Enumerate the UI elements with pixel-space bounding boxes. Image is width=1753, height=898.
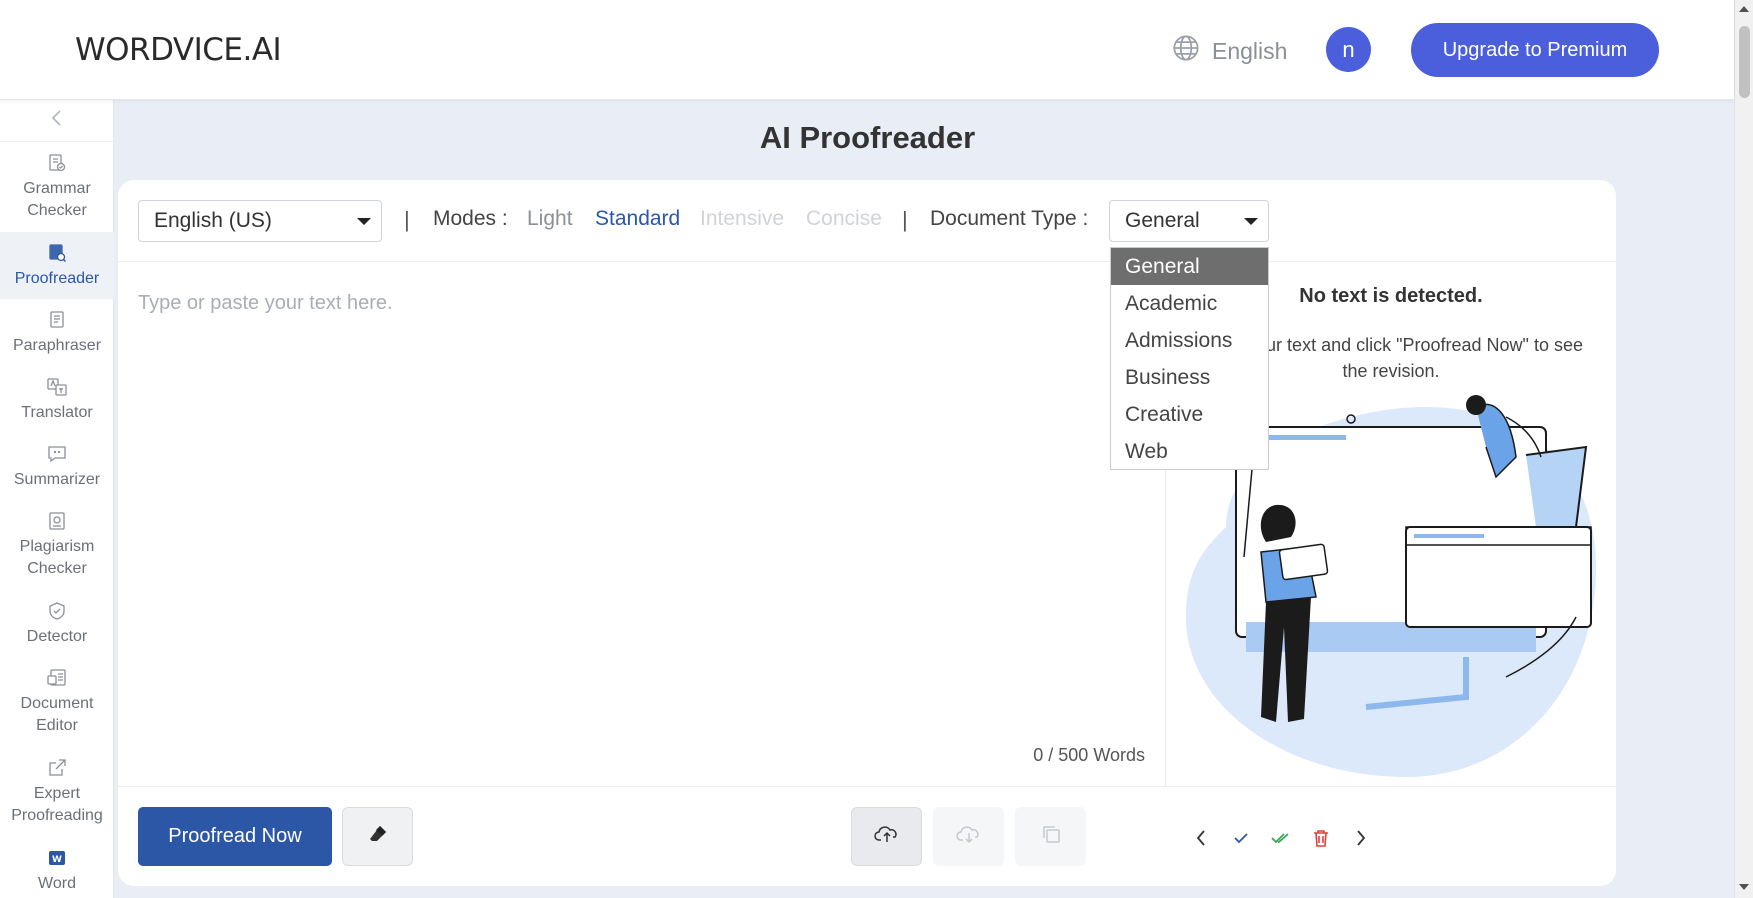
language-selector[interactable]: English	[1172, 34, 1287, 68]
mode-standard[interactable]: Standard	[595, 207, 680, 231]
document-editor-icon	[46, 667, 68, 689]
toolbar-separator: |	[902, 207, 908, 232]
sidebar-item-label: Document Editor	[20, 695, 94, 734]
previous-suggestion-button[interactable]	[1190, 827, 1212, 849]
sidebar-item-proofreader[interactable]: Proofreader	[0, 232, 114, 299]
dropdown-option-academic[interactable]: Academic	[1111, 285, 1268, 322]
mode-concise[interactable]: Concise	[806, 207, 882, 231]
page-scrollbar[interactable]	[1734, 0, 1753, 898]
copy-icon	[1040, 823, 1062, 850]
accept-all-button[interactable]	[1270, 827, 1292, 849]
dropdown-option-business[interactable]: Business	[1111, 359, 1268, 396]
external-link-icon	[46, 757, 68, 779]
trash-icon	[1314, 830, 1328, 847]
paraphraser-icon	[46, 309, 68, 331]
cloud-download-icon	[955, 823, 982, 850]
sidebar-item-summarizer[interactable]: Summarizer	[0, 433, 114, 500]
sidebar-item-label: Translator	[21, 403, 93, 421]
document-type-value: General	[1125, 209, 1200, 232]
sidebar-item-label: Detector	[26, 627, 88, 645]
double-check-icon	[1271, 833, 1289, 844]
text-editor[interactable]: Type or paste your text here. 0 / 500 Wo…	[118, 262, 1166, 786]
chevron-left-icon	[50, 109, 64, 132]
top-header: WORDVICE.AI English n Upgrade to Premium	[0, 0, 1734, 100]
chevron-right-icon	[1357, 830, 1366, 846]
dropdown-option-creative[interactable]: Creative	[1111, 396, 1268, 433]
user-avatar[interactable]: n	[1326, 27, 1371, 72]
word-icon: W	[46, 847, 68, 869]
proofreader-toolbar: English (US) | Modes : Light Standard In…	[118, 180, 1616, 262]
toolbar-separator: |	[404, 207, 410, 232]
check-icon	[1234, 833, 1248, 844]
document-type-select[interactable]: General	[1109, 200, 1269, 242]
sidebar-item-translator[interactable]: Translator	[0, 366, 114, 433]
chevron-left-icon	[1196, 830, 1205, 846]
scroll-up-arrow-icon[interactable]	[1739, 6, 1749, 12]
sidebar-item-label: Plagiarism Checker	[19, 538, 95, 577]
caret-down-icon	[357, 218, 371, 225]
upgrade-premium-button[interactable]: Upgrade to Premium	[1411, 23, 1659, 77]
sidebar-item-label: Proofreader	[14, 269, 100, 287]
dropdown-option-admissions[interactable]: Admissions	[1111, 322, 1268, 359]
page-title: AI Proofreader	[759, 120, 976, 155]
sidebar-item-word[interactable]: W Word	[0, 837, 114, 897]
accept-suggestion-button[interactable]	[1230, 827, 1252, 849]
grammar-check-icon	[46, 152, 68, 174]
proofreader-card: English (US) | Modes : Light Standard In…	[118, 180, 1616, 886]
sidebar-item-label: Paraphraser	[12, 336, 102, 354]
modes-label: Modes :	[433, 207, 508, 230]
sidebar-item-grammar-checker[interactable]: Grammar Checker	[0, 142, 114, 232]
sidebar-item-label: Summarizer	[13, 470, 101, 488]
language-select-value: English (US)	[154, 209, 272, 232]
scrollbar-thumb[interactable]	[1739, 26, 1750, 98]
delete-suggestion-button[interactable]	[1310, 827, 1332, 849]
plagiarism-icon	[46, 510, 68, 532]
download-button[interactable]	[933, 807, 1004, 866]
sidebar-item-document-editor[interactable]: Document Editor	[0, 657, 114, 747]
summarizer-icon	[46, 443, 68, 465]
language-select[interactable]: English (US)	[138, 200, 382, 242]
sidebar-item-label: Word	[38, 875, 76, 892]
detector-icon	[46, 600, 68, 622]
cloud-upload-icon	[873, 823, 900, 850]
proofread-now-button[interactable]: Proofread Now	[138, 807, 332, 866]
clear-text-button[interactable]	[342, 807, 413, 866]
wordvice-logo[interactable]: WORDVICE.AI	[75, 32, 282, 68]
sidebar-collapse-button[interactable]	[0, 100, 113, 142]
sidebar-item-expert-proofreading[interactable]: Expert Proofreading	[0, 747, 114, 837]
language-label: English	[1212, 37, 1288, 64]
copy-button[interactable]	[1015, 807, 1086, 866]
document-type-label: Document Type :	[930, 207, 1089, 230]
upload-button[interactable]	[851, 807, 922, 866]
sidebar-item-label: Expert Proofreading	[11, 785, 103, 824]
svg-text:W: W	[52, 855, 62, 865]
sidebar-item-paraphraser[interactable]: Paraphraser	[0, 299, 114, 366]
document-type-dropdown: General Academic Admissions Business Cre…	[1110, 247, 1269, 470]
dropdown-option-web[interactable]: Web	[1111, 433, 1268, 469]
sidebar-item-plagiarism-checker[interactable]: Plagiarism Checker	[0, 500, 114, 590]
sidebar: Grammar Checker Proofreader Paraphraser …	[0, 100, 114, 898]
scroll-down-arrow-icon[interactable]	[1739, 884, 1749, 890]
sidebar-item-detector[interactable]: Detector	[0, 590, 114, 657]
eraser-icon	[367, 823, 389, 850]
action-bar: Proofread Now	[118, 786, 1616, 886]
mode-light[interactable]: Light	[527, 207, 573, 231]
sidebar-item-label: Grammar Checker	[23, 180, 91, 219]
translator-icon	[46, 376, 68, 398]
mode-intensive[interactable]: Intensive	[700, 207, 784, 231]
editor-placeholder: Type or paste your text here.	[138, 292, 393, 314]
proofreader-icon	[46, 242, 68, 264]
globe-icon	[1172, 34, 1200, 68]
next-suggestion-button[interactable]	[1350, 827, 1372, 849]
caret-down-icon	[1244, 218, 1258, 225]
word-count: 0 / 500 Words	[1033, 745, 1145, 765]
dropdown-option-general[interactable]: General	[1111, 248, 1268, 285]
